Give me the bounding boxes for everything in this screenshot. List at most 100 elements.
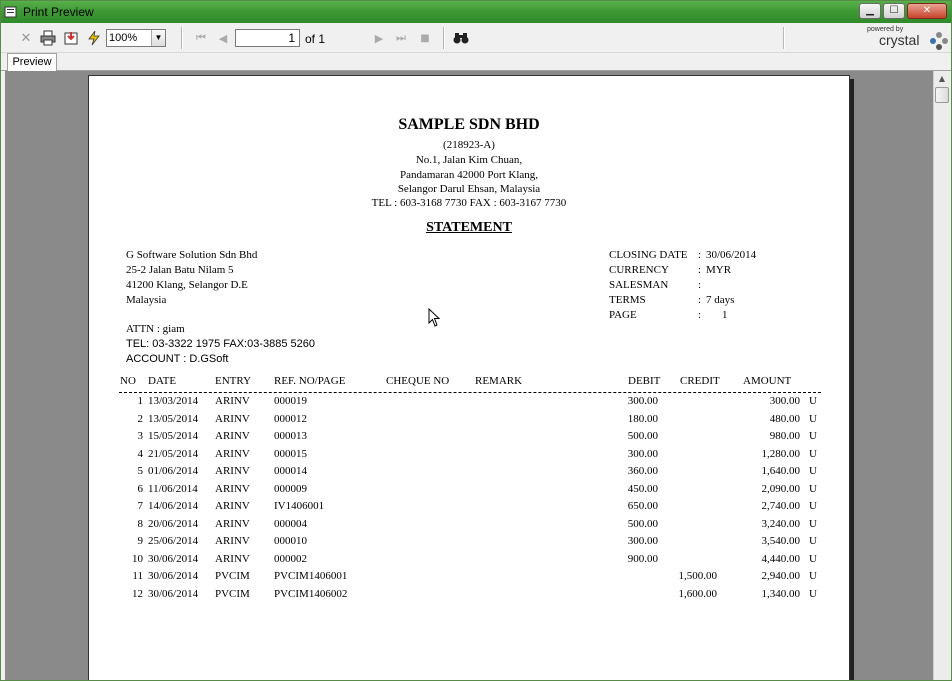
refresh-lightning-icon[interactable] <box>84 28 104 48</box>
customer-tel: TEL: 03-3322 1975 FAX:03-3885 5260 <box>126 338 315 350</box>
cell-credit: 1,600.00 <box>678 587 718 600</box>
cell-ref: PVCIM1406001 <box>274 570 348 582</box>
scroll-up-icon[interactable]: ▲ <box>934 71 950 87</box>
cell-no: 12 <box>132 587 143 600</box>
search-binoculars-icon[interactable] <box>451 28 471 48</box>
scroll-thumb[interactable] <box>935 87 949 103</box>
closing-date-label: CLOSING DATE <box>609 249 688 261</box>
col-ref: REF. NO/PAGE <box>274 375 346 387</box>
cell-no: 4 <box>137 447 144 460</box>
cell-entry: ARINV <box>215 500 250 512</box>
cell-entry: ARINV <box>215 465 250 477</box>
cell-entry: PVCIM <box>215 587 250 600</box>
previous-page-icon[interactable]: ◀ <box>215 28 231 48</box>
cell-entry: ARINV <box>215 447 250 460</box>
page-label: PAGE <box>609 309 637 321</box>
cell-amount: 4,440.00 <box>761 552 801 565</box>
cell-ref: IV1406001 <box>274 500 325 512</box>
cell-amount: 2,090.00 <box>761 482 801 495</box>
cell-no: 5 <box>137 465 144 477</box>
zoom-select[interactable]: 100% ▼ <box>106 29 166 47</box>
currency-label: CURRENCY <box>609 264 669 276</box>
cell-flag: U <box>809 500 817 512</box>
cell-no: 3 <box>137 430 144 442</box>
col-credit: CREDIT <box>680 375 720 387</box>
chevron-down-icon[interactable]: ▼ <box>151 30 165 46</box>
cell-debit: 450.00 <box>627 482 658 495</box>
title-bar[interactable]: Print Preview ▁ ☐ ✕ <box>1 1 951 23</box>
cell-entry: ARINV <box>215 535 250 547</box>
stop-icon[interactable]: ■ <box>417 28 433 48</box>
cell-date: 20/06/2014 <box>148 517 199 530</box>
toolbar: ✕ 100% ▼ ⏮ ◀ 1 of 1 ▶ ⏭ ■ powered by cry… <box>1 23 951 53</box>
close-button[interactable]: ✕ <box>907 3 947 19</box>
close-view-icon[interactable]: ✕ <box>17 28 35 48</box>
cell-flag: U <box>809 395 817 407</box>
cell-amount: 2,940.00 <box>761 570 801 582</box>
cell-no: 6 <box>137 482 144 495</box>
cell-ref: 000014 <box>274 465 307 477</box>
cell-ref: 000019 <box>274 395 307 407</box>
cell-date: 25/06/2014 <box>148 535 199 547</box>
cell-flag: U <box>809 430 817 442</box>
customer-address-2: 41200 Klang, Selangor D.E <box>126 279 248 291</box>
cell-date: 30/06/2014 <box>148 552 199 565</box>
cell-no: 10 <box>132 552 143 565</box>
page-number-input[interactable]: 1 <box>235 29 300 47</box>
customer-account: ACCOUNT : D.GSoft <box>126 353 229 365</box>
cell-ref: 000010 <box>274 535 307 547</box>
cell-amount: 1,340.00 <box>761 587 801 600</box>
cell-amount: 1,640.00 <box>761 465 801 477</box>
report-viewport[interactable]: SAMPLE SDN BHD (218923-A) No.1, Jalan Ki… <box>5 71 933 680</box>
cell-credit: 1,500.00 <box>678 570 718 582</box>
customer-address-1: 25-2 Jalan Batu Nilam 5 <box>126 264 234 276</box>
cell-date: 14/06/2014 <box>148 500 199 512</box>
first-page-icon[interactable]: ⏮ <box>193 28 209 48</box>
cell-debit: 180.00 <box>627 412 658 425</box>
cell-amount: 3,240.00 <box>761 517 801 530</box>
cell-flag: U <box>809 447 817 460</box>
cell-entry: ARINV <box>215 482 250 495</box>
header-divider <box>119 392 821 393</box>
cell-debit: 300.00 <box>627 535 658 547</box>
meta-colon: : <box>698 249 702 261</box>
cell-no: 11 <box>132 570 143 582</box>
meta-colon: : <box>698 309 702 321</box>
print-icon[interactable] <box>38 28 58 48</box>
cell-debit: 650.00 <box>627 500 658 512</box>
statement-title: STATEMENT <box>426 220 512 235</box>
cell-ref: 000013 <box>274 430 307 442</box>
cell-amount: 980.00 <box>769 430 800 442</box>
company-address-2: Pandamaran 42000 Port Klang, <box>399 169 539 181</box>
cell-flag: U <box>809 570 817 582</box>
cell-entry: ARINV <box>215 430 250 442</box>
salesman-label: SALESMAN <box>609 279 669 291</box>
export-icon[interactable] <box>61 28 81 48</box>
cell-date: 30/06/2014 <box>148 570 199 582</box>
cell-ref: PVCIM1406002 <box>274 587 348 600</box>
company-name: SAMPLE SDN BHD <box>398 116 540 133</box>
toolbar-separator <box>181 27 183 49</box>
cell-amount: 480.00 <box>769 412 800 425</box>
cell-date: 13/03/2014 <box>148 395 199 407</box>
cell-flag: U <box>809 535 817 547</box>
vertical-scrollbar[interactable]: ▲ <box>933 71 950 680</box>
cell-ref: 000004 <box>274 517 307 530</box>
app-icon <box>4 6 17 18</box>
company-contact: TEL : 603-3168 7730 FAX : 603-3167 7730 <box>371 197 567 209</box>
last-page-icon[interactable]: ⏭ <box>393 28 409 48</box>
col-amount: AMOUNT <box>743 375 792 387</box>
tab-preview[interactable]: Preview <box>7 53 57 71</box>
toolbar-separator <box>443 27 445 49</box>
next-page-icon[interactable]: ▶ <box>371 28 387 48</box>
maximize-button[interactable]: ☐ <box>883 3 905 19</box>
customer-attn: ATTN : giam <box>126 323 185 335</box>
cell-date: 01/06/2014 <box>148 465 199 477</box>
cell-amount: 3,540.00 <box>761 535 801 547</box>
cell-debit: 500.00 <box>627 430 658 442</box>
cell-no: 9 <box>137 535 144 547</box>
cell-entry: ARINV <box>215 412 250 425</box>
minimize-button[interactable]: ▁ <box>859 3 881 19</box>
currency-value: MYR <box>706 264 732 276</box>
mouse-cursor-icon <box>428 308 440 327</box>
